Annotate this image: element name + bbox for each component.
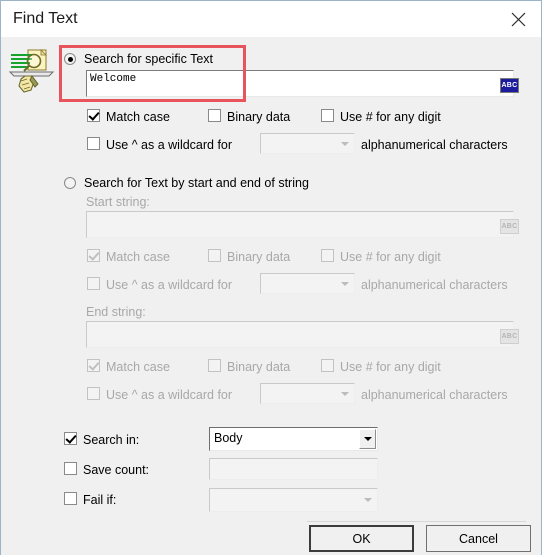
chevron-down-icon[interactable] bbox=[359, 490, 376, 510]
dropdown-wildcard-count-start[interactable] bbox=[260, 273, 355, 294]
checkbox-match-case-specific[interactable] bbox=[87, 109, 100, 122]
abc-button-end[interactable]: ABC bbox=[500, 329, 519, 344]
label-wildcard-before-end: Use ^ as a wildcard for bbox=[106, 388, 233, 402]
abc-button-start[interactable]: ABC bbox=[500, 219, 519, 234]
dropdown-fail-if[interactable] bbox=[209, 488, 378, 512]
label-wildcard-after-end: alphanumerical characters bbox=[361, 388, 508, 402]
dropdown-search-in-value: Body bbox=[214, 431, 243, 445]
checkbox-wildcard-end[interactable] bbox=[87, 387, 100, 400]
label-start-string: Start string: bbox=[86, 195, 150, 209]
label-wildcard-after-specific: alphanumerical characters bbox=[361, 138, 508, 152]
save-count-input[interactable] bbox=[209, 458, 378, 480]
chevron-down-icon[interactable] bbox=[359, 429, 376, 449]
page-title: Find Text bbox=[13, 10, 78, 27]
label-use-hash-end: Use # for any digit bbox=[340, 360, 441, 374]
label-use-hash-start: Use # for any digit bbox=[340, 250, 441, 264]
chevron-down-icon[interactable] bbox=[336, 135, 353, 152]
label-wildcard-before-start: Use ^ as a wildcard for bbox=[106, 278, 233, 292]
label-use-hash-specific: Use # for any digit bbox=[340, 110, 441, 124]
find-text-dialog: Find Text Search for specific Text Welco… bbox=[0, 0, 542, 555]
checkbox-save-count[interactable] bbox=[64, 462, 77, 475]
label-search-specific-text: Search for specific Text bbox=[84, 52, 213, 66]
checkbox-binary-data-specific[interactable] bbox=[208, 109, 221, 122]
label-search-in: Search in: bbox=[83, 433, 140, 447]
checkbox-match-case-end[interactable] bbox=[87, 359, 100, 372]
end-string-input[interactable] bbox=[86, 321, 514, 348]
dropdown-wildcard-count-end[interactable] bbox=[260, 383, 355, 404]
radio-search-specific-text[interactable] bbox=[64, 53, 76, 65]
label-fail-if: Fail if: bbox=[83, 493, 117, 507]
search-text-value: Welcome bbox=[90, 73, 137, 85]
checkbox-use-hash-end[interactable] bbox=[321, 359, 334, 372]
label-match-case-start: Match case bbox=[106, 250, 170, 264]
checkbox-search-in[interactable] bbox=[64, 432, 77, 445]
label-match-case-end: Match case bbox=[106, 360, 170, 374]
checkbox-use-hash-start[interactable] bbox=[321, 249, 334, 262]
label-binary-data-specific: Binary data bbox=[227, 110, 291, 124]
cancel-button[interactable]: Cancel bbox=[426, 525, 531, 552]
find-text-document-icon bbox=[8, 48, 58, 96]
checkbox-wildcard-start[interactable] bbox=[87, 277, 100, 290]
checkbox-match-case-start[interactable] bbox=[87, 249, 100, 262]
label-binary-data-start: Binary data bbox=[227, 250, 291, 264]
close-icon[interactable] bbox=[495, 1, 541, 37]
checkbox-binary-data-start[interactable] bbox=[208, 249, 221, 262]
ok-button[interactable]: OK bbox=[309, 525, 414, 552]
checkbox-fail-if[interactable] bbox=[64, 492, 77, 505]
footer-divider bbox=[307, 521, 526, 522]
label-wildcard-after-start: alphanumerical characters bbox=[361, 278, 508, 292]
checkbox-binary-data-end[interactable] bbox=[208, 359, 221, 372]
title-bar: Find Text bbox=[1, 1, 541, 37]
label-match-case-specific: Match case bbox=[106, 110, 170, 124]
label-end-string: End string: bbox=[86, 305, 146, 319]
search-text-input[interactable]: Welcome bbox=[86, 70, 514, 97]
label-binary-data-end: Binary data bbox=[227, 360, 291, 374]
chevron-down-icon[interactable] bbox=[336, 275, 353, 292]
abc-button-specific[interactable]: ABC bbox=[500, 78, 519, 93]
dialog-body: Search for specific Text Welcome ABC Mat… bbox=[1, 37, 541, 555]
radio-search-start-end[interactable] bbox=[64, 177, 76, 189]
chevron-down-icon[interactable] bbox=[336, 385, 353, 402]
label-search-start-end: Search for Text by start and end of stri… bbox=[84, 176, 309, 190]
start-string-input[interactable] bbox=[86, 211, 514, 238]
label-wildcard-before-specific: Use ^ as a wildcard for bbox=[106, 138, 233, 152]
checkbox-wildcard-specific[interactable] bbox=[87, 137, 100, 150]
checkbox-use-hash-specific[interactable] bbox=[321, 109, 334, 122]
dropdown-search-in[interactable]: Body bbox=[209, 427, 378, 451]
label-save-count: Save count: bbox=[83, 463, 150, 477]
dropdown-wildcard-count-specific[interactable] bbox=[260, 133, 355, 154]
